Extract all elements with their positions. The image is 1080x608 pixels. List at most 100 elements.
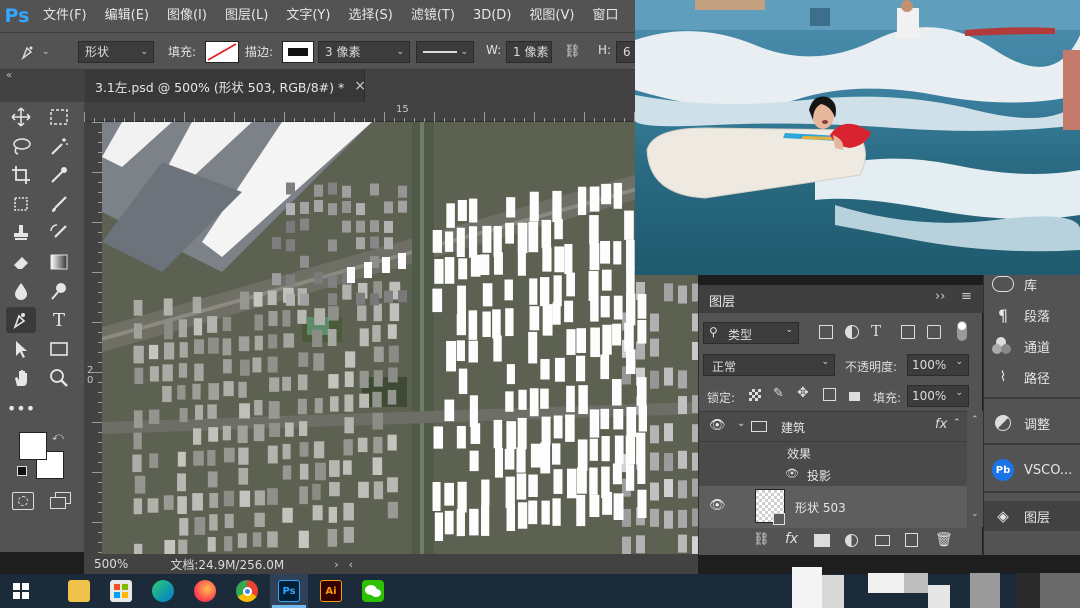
document-canvas[interactable] — [102, 122, 698, 554]
windows-start-icon[interactable] — [10, 580, 32, 602]
chevron-left-icon[interactable]: ‹ — [349, 558, 353, 571]
filter-shape-icon[interactable] — [901, 325, 915, 339]
edge-icon[interactable] — [152, 580, 174, 602]
rectangle-tool-icon[interactable] — [44, 336, 74, 362]
menu-item[interactable]: 视图(V) — [520, 0, 583, 32]
menu-item[interactable]: 选择(S) — [339, 0, 401, 32]
chevron-right-icon[interactable]: › — [334, 558, 338, 571]
foreground-color-swatch[interactable] — [19, 432, 47, 460]
layers-scrollbar[interactable]: ⌃ ⌄ — [967, 411, 983, 527]
fx-badge[interactable]: fx — [935, 417, 947, 432]
history-brush-tool-icon[interactable] — [44, 220, 74, 246]
lock-transparency-icon[interactable] — [749, 389, 761, 401]
magic-wand-tool-icon[interactable] — [44, 133, 74, 159]
layer-row-effects[interactable]: 效果 — [699, 442, 967, 464]
adjustment-icon[interactable] — [845, 534, 858, 547]
illustrator-icon[interactable]: Ai — [320, 580, 342, 602]
close-icon[interactable]: × — [354, 78, 366, 94]
more-tools-icon[interactable]: ••• — [6, 395, 36, 421]
fill-swatch[interactable] — [205, 41, 239, 63]
layer-filter-select[interactable]: ⚲ 类型 ⌄ — [703, 322, 799, 344]
layer-row-shape[interactable]: 👁 形状 503 — [699, 486, 967, 528]
visibility-eye-icon[interactable]: 👁 — [785, 467, 799, 480]
quick-mask-icon[interactable] — [12, 492, 34, 510]
fx-icon[interactable]: fx — [785, 531, 798, 547]
stroke-width-select[interactable]: 3 像素 ⌄ — [318, 41, 410, 63]
menu-item[interactable]: 图像(I) — [158, 0, 216, 32]
menu-item[interactable]: 编辑(E) — [96, 0, 158, 32]
dock-item-adjustments[interactable]: 调整 — [984, 408, 1080, 438]
menu-item[interactable]: 窗口 — [583, 0, 627, 32]
document-tab[interactable]: 3.1左.psd @ 500% (形状 503, RGB/8#) * × — [85, 70, 366, 102]
chevron-up-icon[interactable]: ⌃ — [953, 418, 961, 428]
dock-item-paths[interactable]: ⌇ 路径 — [984, 362, 1080, 392]
mask-icon[interactable] — [814, 534, 830, 547]
gradient-tool-icon[interactable] — [44, 249, 74, 275]
fill-input[interactable]: 100% ⌄ — [907, 385, 969, 407]
firefox-icon[interactable] — [194, 580, 216, 602]
menu-item[interactable]: 滤镜(T) — [402, 0, 464, 32]
zoom-level[interactable]: 500% — [94, 557, 128, 571]
menu-item[interactable]: 图层(L) — [216, 0, 277, 32]
stroke-type-select[interactable]: ⌄ — [416, 41, 474, 63]
frame-tool-icon[interactable] — [6, 191, 36, 217]
visibility-eye-icon[interactable]: 👁 — [709, 418, 726, 433]
blur-tool-icon[interactable] — [6, 278, 36, 304]
filter-smart-object-icon[interactable] — [927, 325, 941, 339]
pen-tool-preset-icon[interactable]: ⌄ — [20, 41, 64, 63]
menu-item[interactable]: 文件(F) — [34, 0, 96, 32]
default-colors-icon[interactable] — [17, 466, 27, 476]
layer-row-effect[interactable]: 👁 投影 — [699, 464, 967, 486]
screen-mode-icon[interactable] — [50, 492, 72, 510]
panel-menu-icon[interactable]: ≡ — [961, 289, 972, 304]
path-selection-tool-icon[interactable] — [6, 336, 36, 362]
stamp-tool-icon[interactable] — [6, 220, 36, 246]
dodge-tool-icon[interactable] — [44, 278, 74, 304]
lasso-tool-icon[interactable] — [6, 133, 36, 159]
lock-position-icon[interactable]: ✥ — [797, 385, 809, 401]
type-tool-icon[interactable]: T — [44, 307, 74, 333]
layers-panel-title[interactable]: 图层 — [709, 291, 735, 310]
dock-item-paragraph[interactable]: ¶ 段落 — [984, 300, 1080, 330]
swap-colors-icon[interactable]: ⤺ — [52, 430, 64, 444]
dock-item-layers[interactable]: ◈ 图层 — [984, 501, 1080, 531]
filter-toggle-icon[interactable] — [957, 321, 967, 341]
visibility-eye-icon[interactable]: 👁 — [709, 498, 726, 513]
marquee-tool-icon[interactable] — [44, 104, 74, 130]
pen-tool-icon[interactable] — [6, 307, 36, 333]
lock-pixels-icon[interactable]: ✎ — [773, 386, 784, 401]
link-icon[interactable]: ⛓ — [753, 532, 770, 547]
collapse-panel-icon[interactable]: « — [6, 70, 12, 81]
blend-mode-select[interactable]: 正常 ⌄ — [703, 354, 835, 376]
brush-tool-icon[interactable] — [44, 191, 74, 217]
store-icon[interactable] — [110, 580, 132, 602]
link-dimensions-icon[interactable]: ⛓ — [564, 44, 584, 60]
file-explorer-icon[interactable] — [68, 580, 90, 602]
filter-adjustment-icon[interactable] — [845, 325, 859, 339]
menu-item[interactable]: 3D(D) — [464, 0, 520, 32]
menu-item[interactable]: 文字(Y) — [277, 0, 339, 32]
opacity-input[interactable]: 100% ⌄ — [907, 354, 969, 376]
stroke-swatch[interactable] — [282, 41, 314, 63]
wechat-icon[interactable] — [362, 580, 384, 602]
lock-all-icon[interactable] — [849, 392, 860, 401]
trash-icon[interactable]: 🗑 — [935, 532, 953, 548]
chevron-down-icon[interactable]: ⌄ — [737, 418, 745, 429]
collapse-icon[interactable]: ›› — [935, 289, 945, 304]
filter-type-icon[interactable]: T — [871, 322, 881, 340]
filter-pixel-icon[interactable] — [819, 325, 833, 339]
eraser-tool-icon[interactable] — [6, 249, 36, 275]
chrome-icon[interactable] — [236, 580, 258, 602]
lock-artboard-icon[interactable] — [823, 388, 836, 401]
move-tool-icon[interactable] — [6, 104, 36, 130]
height-input[interactable]: 6 — [616, 41, 636, 63]
dock-item-vsco[interactable]: Pb VSCO... — [984, 455, 1080, 485]
tool-mode-select[interactable]: 形状 ⌄ — [78, 41, 154, 63]
layer-row-group[interactable]: 👁 ⌄ 建筑 fx ⌃ — [699, 412, 967, 442]
width-input[interactable]: 1 像素 — [506, 41, 552, 63]
folder-icon[interactable] — [875, 535, 890, 546]
new-layer-icon[interactable] — [905, 533, 918, 547]
photoshop-icon[interactable]: Ps — [278, 580, 300, 602]
zoom-tool-icon[interactable] — [44, 365, 74, 391]
eyedropper-tool-icon[interactable] — [44, 162, 74, 188]
